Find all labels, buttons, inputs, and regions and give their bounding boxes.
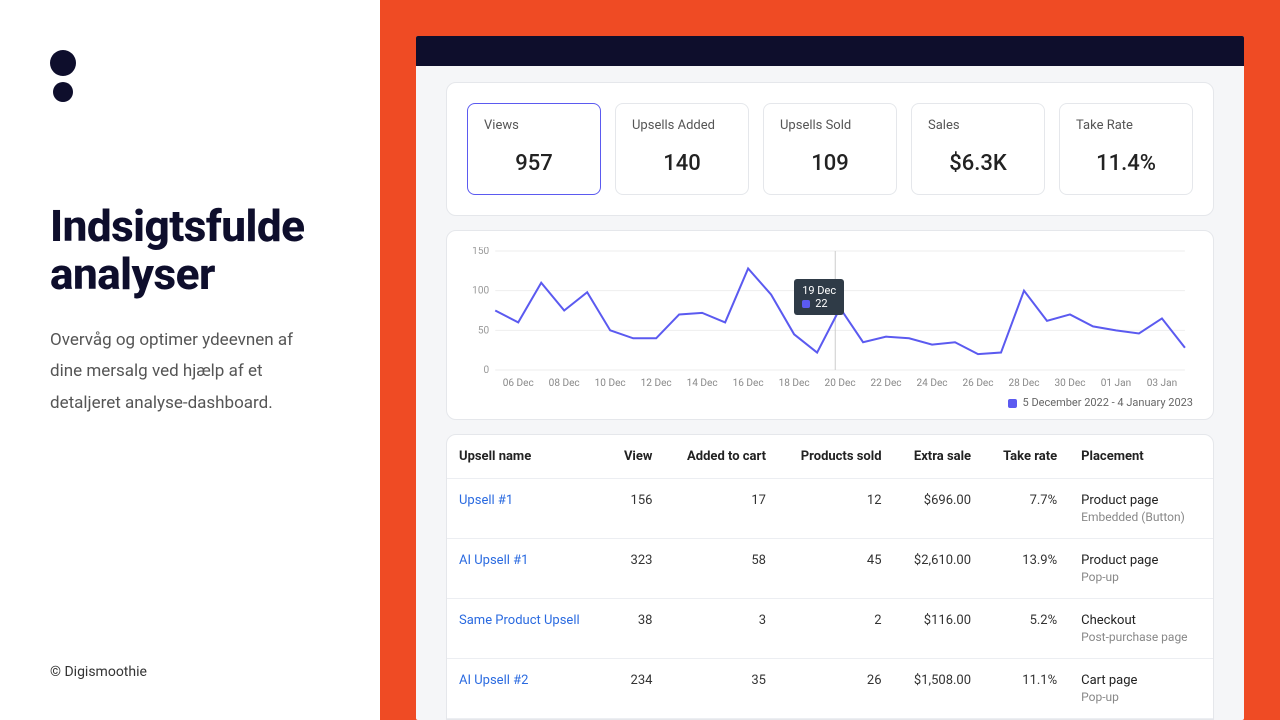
cell-placement: Checkout Post-purchase page xyxy=(1069,599,1213,659)
svg-text:50: 50 xyxy=(478,325,490,336)
svg-text:08 Dec: 08 Dec xyxy=(549,378,580,389)
svg-text:22 Dec: 22 Dec xyxy=(871,378,902,389)
table-row: Upsell #1 156 17 12 $696.00 7.7% Product… xyxy=(447,479,1213,539)
svg-text:06 Dec: 06 Dec xyxy=(503,378,534,389)
upsell-link[interactable]: Same Product Upsell xyxy=(459,613,580,628)
metric-card-views[interactable]: Views 957 xyxy=(467,103,601,195)
svg-text:12 Dec: 12 Dec xyxy=(641,378,672,389)
metric-card-sales[interactable]: Sales $6.3K xyxy=(911,103,1045,195)
cell-take: 7.7% xyxy=(983,479,1069,539)
table-row: Same Product Upsell 38 3 2 $116.00 5.2% … xyxy=(447,599,1213,659)
metric-label: Upsells Sold xyxy=(780,118,880,133)
col-placement[interactable]: Placement xyxy=(1069,435,1213,479)
cell-placement: Cart page Pop-up xyxy=(1069,659,1213,719)
upsell-link[interactable]: Upsell #1 xyxy=(459,493,513,508)
cell-sold: 12 xyxy=(778,479,894,539)
upsell-link[interactable]: AI Upsell #2 xyxy=(459,673,528,688)
cell-sold: 45 xyxy=(778,539,894,599)
page-title: Indsigtsfulde analyser xyxy=(50,202,332,299)
svg-text:03 Jan: 03 Jan xyxy=(1147,378,1177,389)
upsell-link[interactable]: AI Upsell #1 xyxy=(459,553,528,568)
col-view[interactable]: View xyxy=(607,435,665,479)
svg-text:16 Dec: 16 Dec xyxy=(733,378,764,389)
metric-label: Sales xyxy=(928,118,1028,133)
svg-text:10 Dec: 10 Dec xyxy=(595,378,626,389)
svg-text:14 Dec: 14 Dec xyxy=(687,378,718,389)
metric-value: 140 xyxy=(632,151,732,176)
cell-sold: 26 xyxy=(778,659,894,719)
metric-card-upsells-sold[interactable]: Upsells Sold 109 xyxy=(763,103,897,195)
svg-text:100: 100 xyxy=(472,286,489,297)
cell-extra: $696.00 xyxy=(894,479,984,539)
metric-value: 109 xyxy=(780,151,880,176)
cell-extra: $2,610.00 xyxy=(894,539,984,599)
svg-text:28 Dec: 28 Dec xyxy=(1008,378,1039,389)
cell-extra: $1,508.00 xyxy=(894,659,984,719)
svg-text:20 Dec: 20 Dec xyxy=(825,378,856,389)
cell-take: 13.9% xyxy=(983,539,1069,599)
cell-sold: 2 xyxy=(778,599,894,659)
metric-label: Take Rate xyxy=(1076,118,1176,133)
metric-card-upsells-added[interactable]: Upsells Added 140 xyxy=(615,103,749,195)
views-chart: 0 50 100 150 06 Dec 08 Dec 10 Dec 12 Dec 14 Dec 1… xyxy=(446,230,1214,420)
metric-card-take-rate[interactable]: Take Rate 11.4% xyxy=(1059,103,1193,195)
svg-text:26 Dec: 26 Dec xyxy=(962,378,993,389)
svg-text:01 Jan: 01 Jan xyxy=(1101,378,1131,389)
metric-value: $6.3K xyxy=(928,151,1028,176)
cell-view: 323 xyxy=(607,539,665,599)
metric-value: 11.4% xyxy=(1076,151,1176,176)
cell-added: 17 xyxy=(664,479,778,539)
dashboard-frame: Views 957Upsells Added 140Upsells Sold 1… xyxy=(380,0,1280,720)
cell-added: 35 xyxy=(664,659,778,719)
svg-text:30 Dec: 30 Dec xyxy=(1054,378,1085,389)
metric-value: 957 xyxy=(484,151,584,176)
chart-legend: 5 December 2022 - 4 January 2023 xyxy=(467,396,1193,409)
table-row: AI Upsell #1 323 58 45 $2,610.00 13.9% P… xyxy=(447,539,1213,599)
cell-extra: $116.00 xyxy=(894,599,984,659)
col-take-rate[interactable]: Take rate xyxy=(983,435,1069,479)
brand-logo xyxy=(50,50,332,102)
metric-label: Upsells Added xyxy=(632,118,732,133)
col-upsell-name[interactable]: Upsell name xyxy=(447,435,607,479)
app-topbar xyxy=(416,36,1244,66)
cell-view: 234 xyxy=(607,659,665,719)
svg-text:24 Dec: 24 Dec xyxy=(917,378,948,389)
col-products-sold[interactable]: Products sold xyxy=(778,435,894,479)
cell-added: 3 xyxy=(664,599,778,659)
upsell-table: Upsell nameViewAdded to cartProducts sol… xyxy=(446,434,1214,720)
svg-text:0: 0 xyxy=(484,365,490,376)
page-subtitle: Overvåg og optimer ydeevnen af dine mers… xyxy=(50,325,310,419)
cell-added: 58 xyxy=(664,539,778,599)
cell-placement: Product page Pop-up xyxy=(1069,539,1213,599)
copyright: © Digismoothie xyxy=(50,664,332,680)
metric-label: Views xyxy=(484,118,584,133)
table-row: AI Upsell #2 234 35 26 $1,508.00 11.1% C… xyxy=(447,659,1213,719)
cell-take: 5.2% xyxy=(983,599,1069,659)
metric-cards: Views 957Upsells Added 140Upsells Sold 1… xyxy=(446,82,1214,216)
cell-view: 38 xyxy=(607,599,665,659)
cell-view: 156 xyxy=(607,479,665,539)
cell-placement: Product page Embedded (Button) xyxy=(1069,479,1213,539)
info-panel: Indsigtsfulde analyser Overvåg og optime… xyxy=(0,0,380,720)
cell-take: 11.1% xyxy=(983,659,1069,719)
col-added-to-cart[interactable]: Added to cart xyxy=(664,435,778,479)
svg-text:150: 150 xyxy=(472,247,489,257)
svg-text:18 Dec: 18 Dec xyxy=(779,378,810,389)
col-extra-sale[interactable]: Extra sale xyxy=(894,435,984,479)
